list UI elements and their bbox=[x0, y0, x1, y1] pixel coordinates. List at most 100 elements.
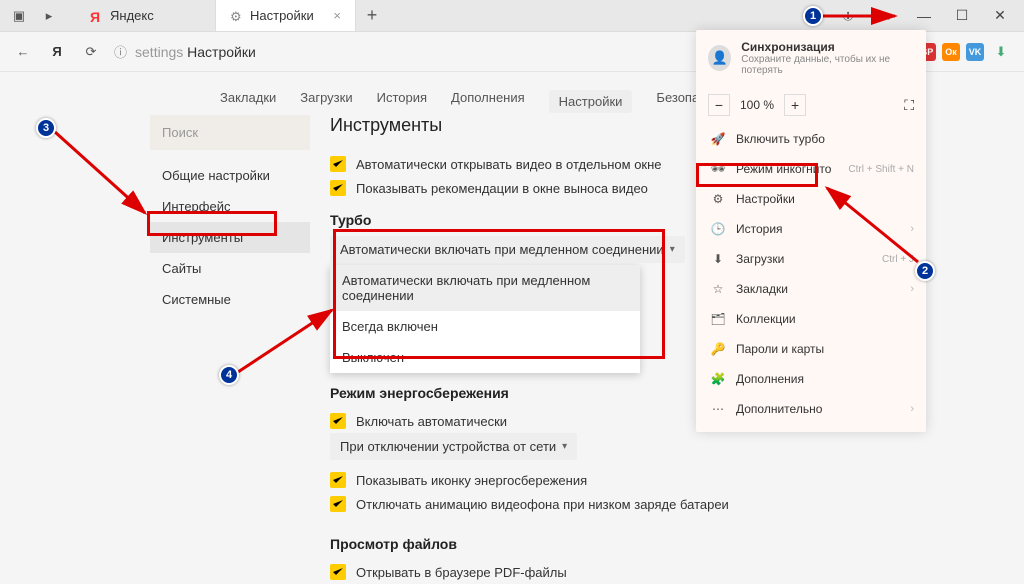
url-title: Настройки bbox=[187, 44, 256, 60]
url-path: settings bbox=[135, 44, 183, 60]
check-label: Показывать иконку энергосбережения bbox=[356, 473, 587, 488]
menu-label: Загрузки bbox=[736, 252, 784, 266]
menu-label: Включить турбо bbox=[736, 132, 825, 146]
menu-label: Закладки bbox=[736, 282, 788, 296]
nav-bookmarks[interactable]: Закладки bbox=[220, 90, 276, 113]
tab-yandex[interactable]: Я Яндекс bbox=[76, 0, 216, 31]
nav-history[interactable]: История bbox=[377, 90, 427, 113]
menu-history[interactable]: 🕒История› bbox=[696, 214, 926, 244]
select-value: Автоматически включать при медленном сое… bbox=[340, 242, 664, 257]
menu-label: История bbox=[736, 222, 783, 236]
bookmark-all-icon[interactable]: 🕁 bbox=[834, 2, 862, 30]
zoom-value: 100 % bbox=[734, 98, 780, 112]
annotation-marker: 2 bbox=[915, 261, 935, 281]
menu-passwords[interactable]: 🔑 Пароли и карты bbox=[696, 334, 926, 364]
download-icon[interactable]: ⬇ bbox=[990, 41, 1012, 63]
zoom-in-button[interactable]: + bbox=[784, 94, 806, 116]
rocket-icon: 🚀 bbox=[710, 131, 726, 147]
sync-row[interactable]: 👤 Синхронизация Сохраните данные, чтобы … bbox=[696, 30, 926, 86]
incognito-icon: 🕶 bbox=[710, 161, 726, 177]
chevron-right-icon: › bbox=[910, 403, 914, 415]
sidebar-item-interface[interactable]: Интерфейс bbox=[150, 191, 310, 222]
menu-turbo[interactable]: 🚀 Включить турбо bbox=[696, 124, 926, 154]
checkbox[interactable] bbox=[330, 413, 346, 429]
menu-settings[interactable]: ⚙ Настройки bbox=[696, 184, 926, 214]
nav-downloads[interactable]: Загрузки bbox=[300, 90, 352, 113]
star-icon: ☆ bbox=[710, 281, 726, 297]
energy-select[interactable]: При отключении устройства от сети ▾ bbox=[330, 433, 577, 460]
back-button[interactable]: ← bbox=[12, 41, 34, 63]
menu-bookmarks[interactable]: ☆Закладки› bbox=[696, 274, 926, 304]
titlebar: ▣ ▸ Я Яндекс ⚙ Настройки × + 🕁 ≡ — ☐ ✕ bbox=[0, 0, 1024, 32]
back-icon[interactable]: ▸ bbox=[38, 5, 60, 27]
close-window-icon[interactable]: ✕ bbox=[986, 2, 1014, 30]
yandex-logo-icon[interactable]: Я bbox=[46, 41, 68, 63]
new-tab-button[interactable]: + bbox=[356, 0, 388, 31]
checkbox[interactable] bbox=[330, 564, 346, 580]
collections-icon: 🗂 bbox=[710, 311, 726, 327]
turbo-select[interactable]: Автоматически включать при медленном сое… bbox=[330, 236, 685, 263]
more-icon: ⋯ bbox=[710, 401, 726, 417]
checkbox[interactable] bbox=[330, 496, 346, 512]
menu-label: Пароли и карты bbox=[736, 342, 824, 356]
tab-label: Настройки bbox=[250, 8, 314, 23]
menu-addons[interactable]: 🧩Дополнения bbox=[696, 364, 926, 394]
sidebar: Поиск Общие настройки Интерфейс Инструме… bbox=[150, 115, 310, 315]
chevron-down-icon: ▾ bbox=[562, 441, 567, 452]
sidebar-item-sites[interactable]: Сайты bbox=[150, 253, 310, 284]
menu-label: Настройки bbox=[736, 192, 795, 206]
zoom-row: − 100 % + ⛶ bbox=[696, 86, 926, 124]
turbo-dropdown: Автоматически включать при медленном сое… bbox=[330, 265, 640, 373]
clock-icon: 🕒 bbox=[710, 221, 726, 237]
minimize-icon[interactable]: — bbox=[910, 2, 938, 30]
menu-label: Дополнения bbox=[736, 372, 804, 386]
menu-label: Режим инкогнито bbox=[736, 162, 831, 176]
nav-addons[interactable]: Дополнения bbox=[451, 90, 525, 113]
tab-settings[interactable]: ⚙ Настройки × bbox=[216, 0, 356, 31]
sidebar-item-general[interactable]: Общие настройки bbox=[150, 160, 310, 191]
menu-downloads[interactable]: ⬇ЗагрузкиCtrl + J bbox=[696, 244, 926, 274]
maximize-icon[interactable]: ☐ bbox=[948, 2, 976, 30]
dropdown-option[interactable]: Автоматически включать при медленном сое… bbox=[330, 265, 640, 311]
close-icon[interactable]: × bbox=[333, 8, 341, 23]
menu-more[interactable]: ⋯ Дополнительно › bbox=[696, 394, 926, 424]
menu-label: Коллекции bbox=[736, 312, 796, 326]
check-label: Показывать рекомендации в окне выноса ви… bbox=[356, 181, 648, 196]
sidebar-item-system[interactable]: Системные bbox=[150, 284, 310, 315]
sidebar-search[interactable]: Поиск bbox=[150, 115, 310, 150]
checkbox[interactable] bbox=[330, 156, 346, 172]
zoom-out-button[interactable]: − bbox=[708, 94, 730, 116]
menu-incognito[interactable]: 🕶 Режим инкогнито Ctrl + Shift + N bbox=[696, 154, 926, 184]
annotation-marker: 4 bbox=[219, 365, 239, 385]
tab-label: Яндекс bbox=[110, 8, 154, 23]
check-label: Включать автоматически bbox=[356, 414, 507, 429]
chevron-down-icon: ▾ bbox=[670, 244, 675, 255]
fullscreen-icon[interactable]: ⛶ bbox=[904, 97, 914, 114]
dropdown-option[interactable]: Выключен bbox=[330, 342, 640, 373]
reload-icon[interactable]: ⟳ bbox=[80, 41, 102, 63]
select-value: При отключении устройства от сети bbox=[340, 439, 556, 454]
sidebar-item-tools[interactable]: Инструменты bbox=[150, 222, 310, 253]
sync-title: Синхронизация bbox=[741, 40, 914, 54]
nav-settings[interactable]: Настройки bbox=[549, 90, 633, 113]
checkbox[interactable] bbox=[330, 180, 346, 196]
menu-label: Дополнительно bbox=[736, 402, 822, 416]
ext-icon-ok[interactable]: Ок bbox=[942, 43, 960, 61]
sync-subtitle: Сохраните данные, чтобы их не потерять bbox=[741, 54, 914, 76]
key-icon: 🔑 bbox=[710, 341, 726, 357]
download-icon: ⬇ bbox=[710, 251, 726, 267]
annotation-marker: 1 bbox=[803, 6, 823, 26]
checkbox[interactable] bbox=[330, 472, 346, 488]
menu-collections[interactable]: 🗂 Коллекции bbox=[696, 304, 926, 334]
ext-icon-vk[interactable]: VK bbox=[966, 43, 984, 61]
check-label: Автоматически открывать видео в отдельно… bbox=[356, 157, 662, 172]
hamburger-icon[interactable]: ≡ bbox=[872, 2, 900, 30]
files-heading: Просмотр файлов bbox=[330, 536, 890, 552]
annotation-marker: 3 bbox=[36, 118, 56, 138]
avatar-icon: 👤 bbox=[708, 45, 731, 71]
yandex-icon: Я bbox=[90, 9, 104, 23]
panel-icon[interactable]: ▣ bbox=[8, 5, 30, 27]
dropdown-option[interactable]: Всегда включен bbox=[330, 311, 640, 342]
gear-icon: ⚙ bbox=[710, 191, 726, 207]
shortcut-hint: Ctrl + Shift + N bbox=[848, 164, 914, 175]
